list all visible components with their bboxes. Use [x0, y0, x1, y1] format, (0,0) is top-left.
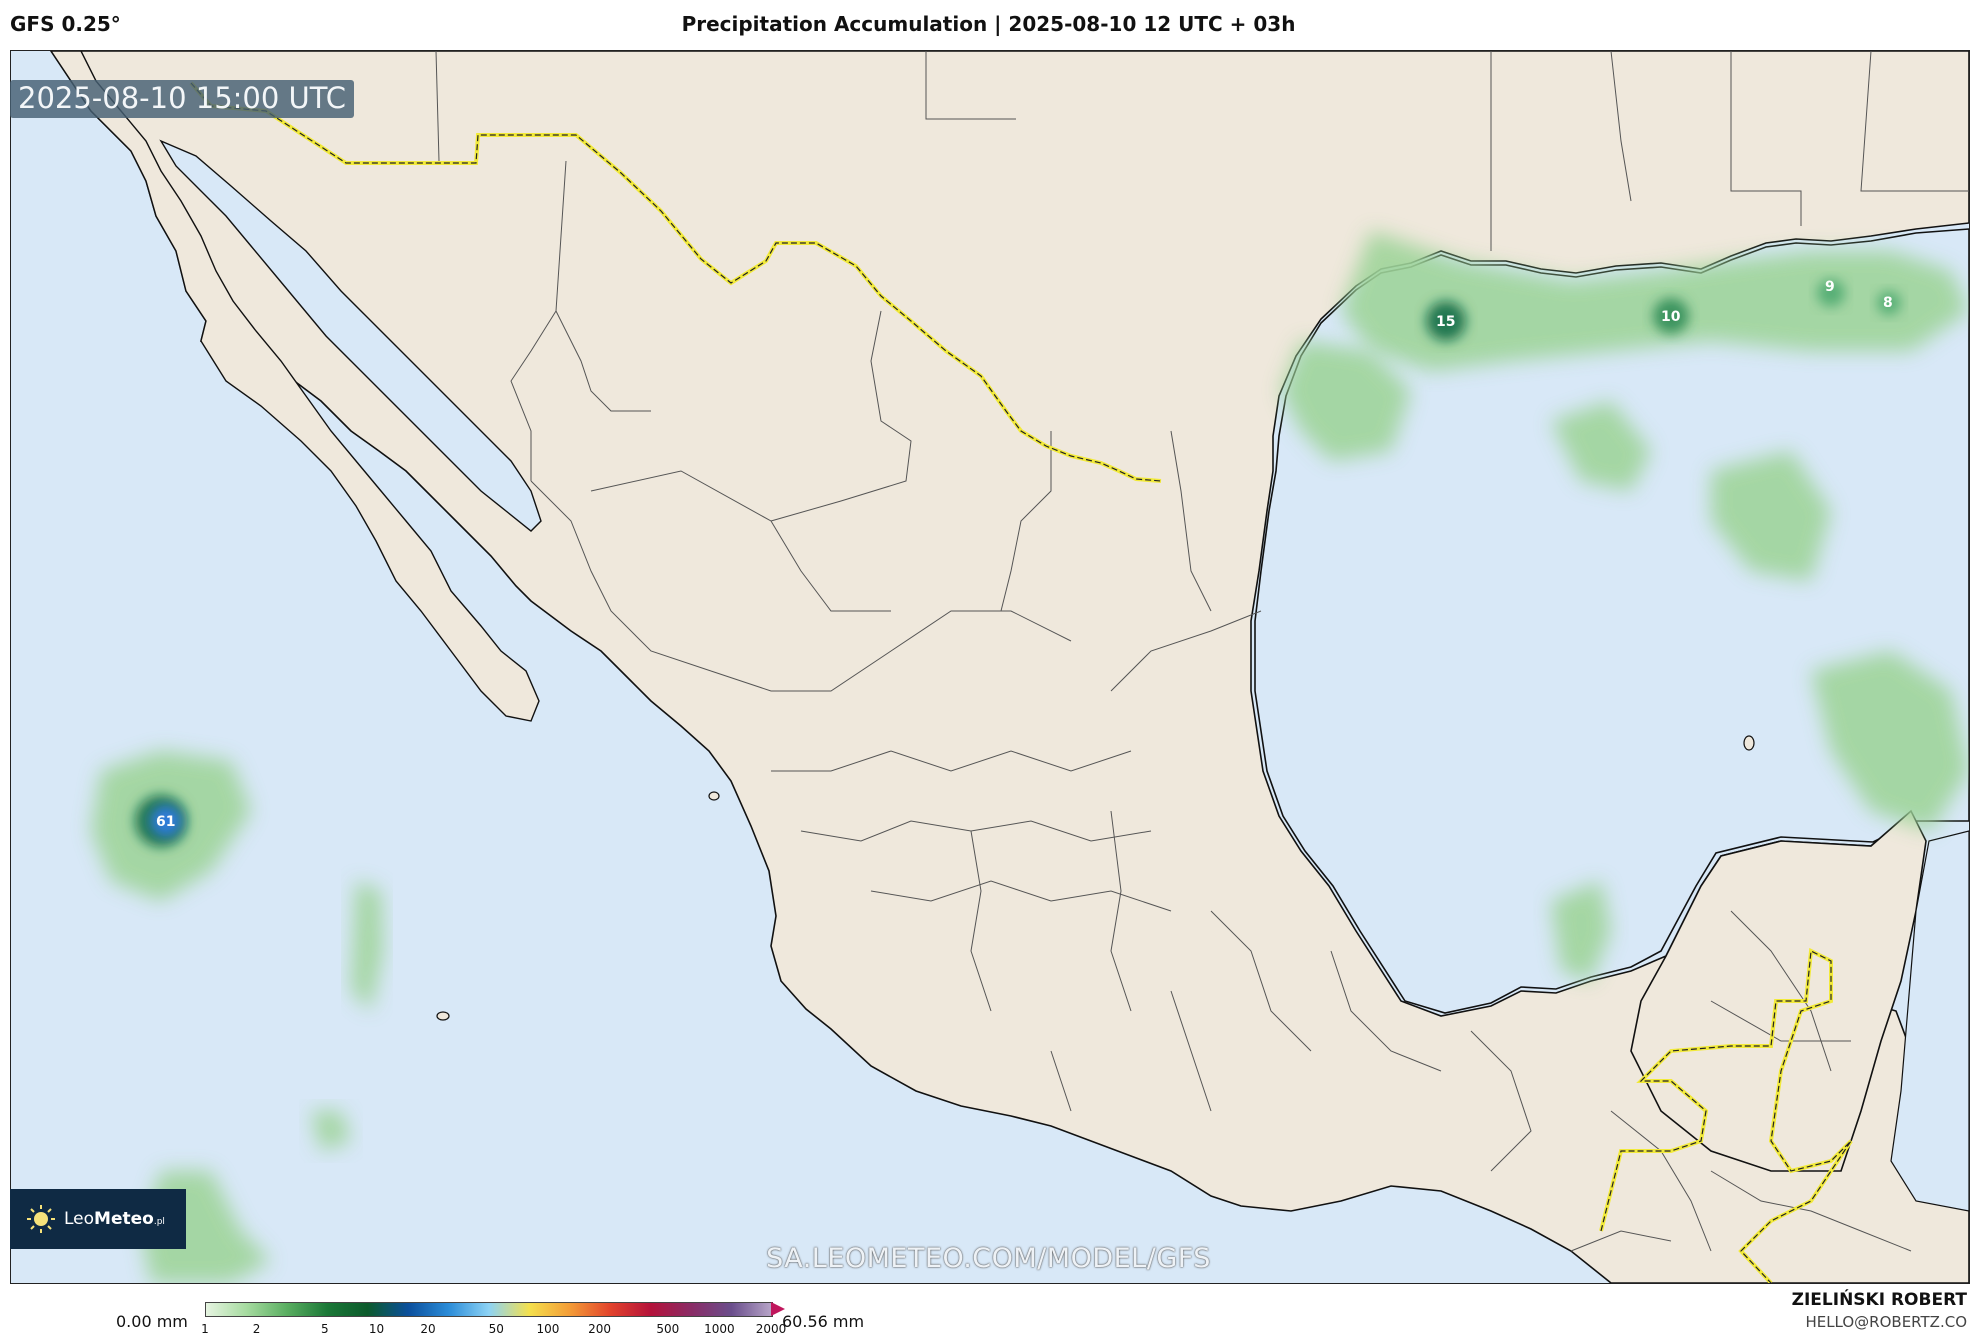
colorbar-tick-200: 200 — [588, 1322, 611, 1336]
rain-label-15: 15 — [1436, 314, 1455, 330]
leometeo-logo[interactable]: LeoMeteo.pl — [10, 1189, 186, 1249]
rain-label-8: 8 — [1883, 295, 1893, 311]
timestamp-badge: 2025-08-10 15:00 UTC — [10, 80, 355, 118]
colorbar-tick-2: 2 — [252, 1322, 261, 1336]
colorbar — [205, 1302, 773, 1317]
logo-text: LeoMeteo.pl — [64, 1209, 165, 1229]
author-name: ZIELIŃSKI ROBERT — [1791, 1290, 1967, 1310]
map-panel[interactable]: 15 10 9 8 61 — [10, 50, 1970, 1284]
island-socorro — [436, 1011, 450, 1021]
map-canvas: 15 10 9 8 61 — [11, 51, 1969, 1283]
colorbar-tick-50: 50 — [488, 1322, 504, 1336]
colorbar-tick-5: 5 — [321, 1322, 329, 1336]
rain-label-9: 9 — [1825, 279, 1835, 295]
map-title: Precipitation Accumulation | 2025-08-10 … — [681, 12, 1296, 36]
watermark-url: SA.LEOMETEO.COM/MODEL/GFS — [766, 1243, 1211, 1274]
author-email: HELLO@ROBERTZ.CO — [1805, 1313, 1967, 1331]
colorbar-tick-2000: 2000 — [755, 1322, 787, 1336]
rain-label-61: 61 — [156, 814, 175, 830]
island-islas-marias — [708, 791, 720, 801]
colorbar-tick-10: 10 — [368, 1322, 385, 1336]
rain-label-10: 10 — [1661, 309, 1681, 325]
colorbar-tick-20: 20 — [420, 1322, 436, 1336]
colorbar-tick-500: 500 — [656, 1322, 680, 1336]
colorbar-tick-1000: 1000 — [704, 1322, 735, 1336]
colorbar-tick-100: 100 — [536, 1322, 560, 1336]
colorbar-tick-1: 1 — [201, 1322, 209, 1336]
colorbar-max-label: 60.56 mm — [782, 1312, 865, 1331]
colorbar-min-label: 0.00 mm — [116, 1312, 188, 1331]
island-gulf — [1743, 735, 1755, 751]
sun-icon — [27, 1205, 55, 1233]
